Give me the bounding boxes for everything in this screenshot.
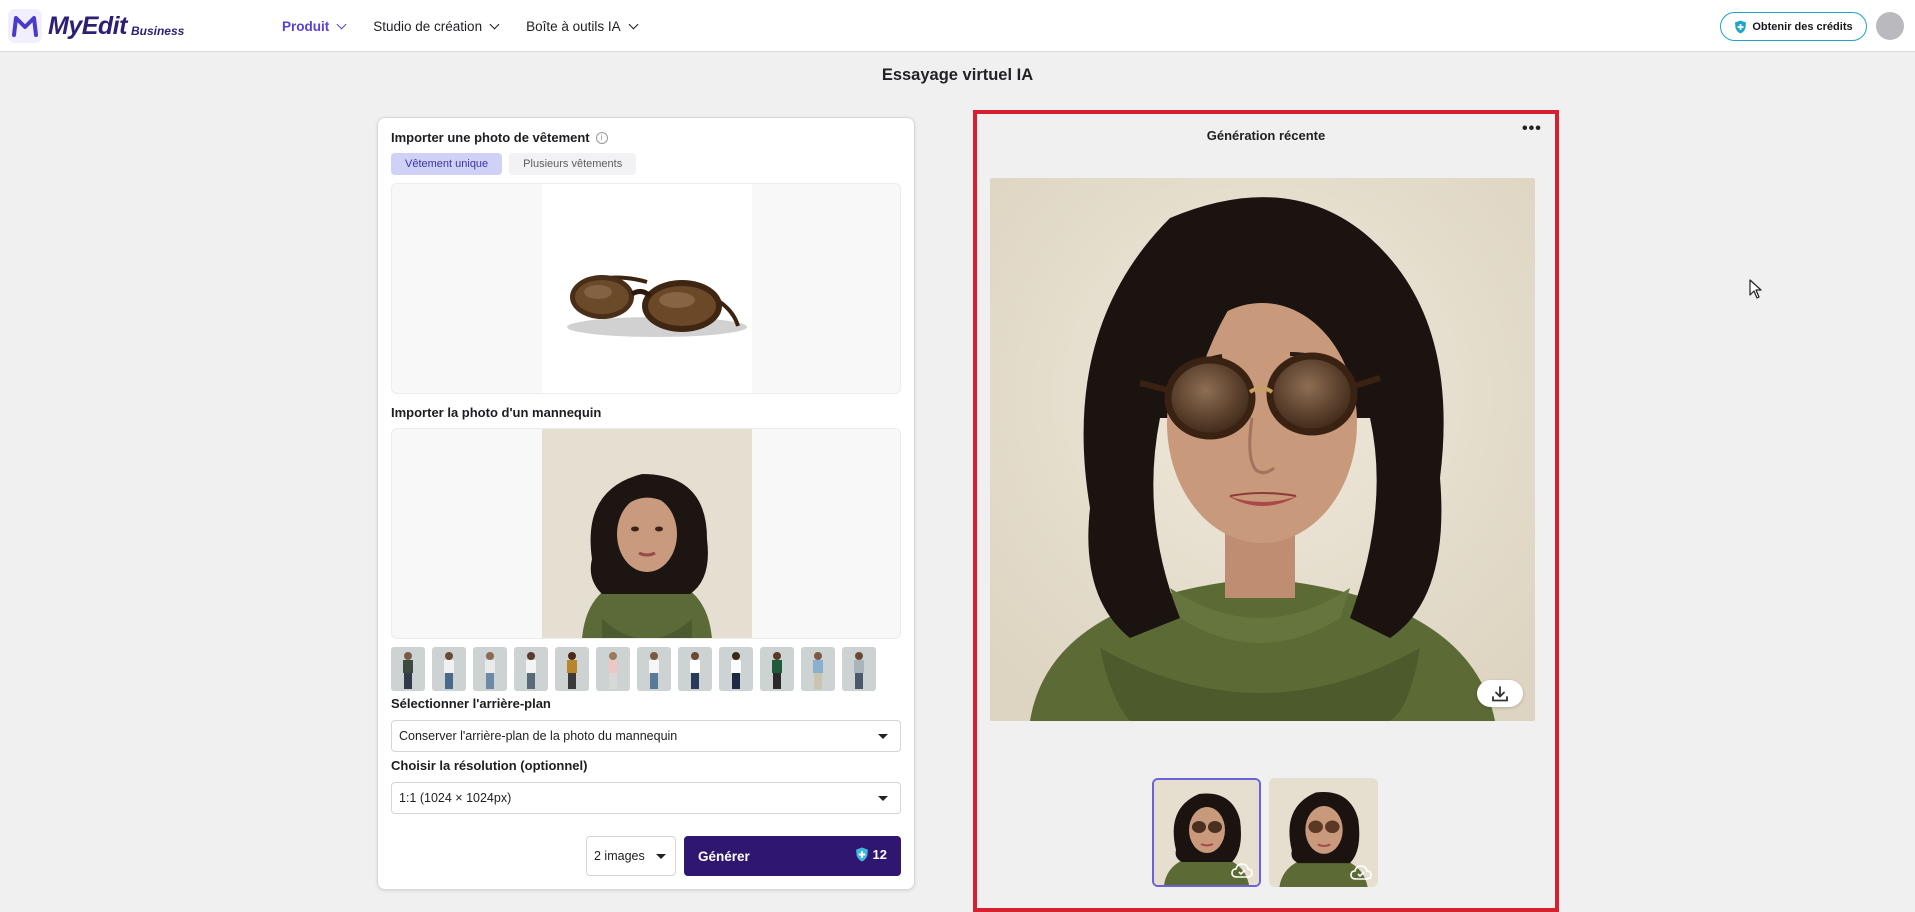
model-preset-thumbnail[interactable] bbox=[678, 647, 712, 691]
download-button[interactable] bbox=[1477, 680, 1523, 707]
resolution-select[interactable]: 1:1 (1024 × 1024px) bbox=[391, 782, 901, 814]
model-upload-heading: Importer la photo d'un mannequin bbox=[391, 405, 602, 420]
garment-mode-tabs: Vêtement unique Plusieurs vêtements bbox=[391, 153, 643, 175]
cursor-icon bbox=[1749, 279, 1762, 299]
chevron-down-icon bbox=[489, 19, 500, 29]
brand-logo[interactable]: MyEdit Business bbox=[8, 9, 184, 43]
image-count-value: 2 images bbox=[594, 849, 645, 863]
logo-text: MyEdit bbox=[48, 11, 127, 40]
page-title: Essayage virtuel IA bbox=[881, 66, 1034, 84]
chevron-down-icon bbox=[628, 19, 639, 29]
garment-upload-heading: Importer une photo de vêtement i bbox=[391, 130, 608, 145]
garment-image bbox=[542, 184, 752, 393]
caret-down-icon bbox=[878, 734, 888, 739]
background-select[interactable]: Conserver l'arrière-plan de la photo du … bbox=[391, 720, 901, 752]
avatar[interactable] bbox=[1876, 12, 1904, 40]
tab-multiple-garments[interactable]: Plusieurs vêtements bbox=[509, 153, 637, 175]
model-preset-thumbnail[interactable] bbox=[432, 647, 466, 691]
caret-down-icon bbox=[878, 796, 888, 801]
background-select-value: Conserver l'arrière-plan de la photo du … bbox=[399, 729, 678, 743]
cloud-icon bbox=[1350, 865, 1372, 880]
background-heading: Sélectionner l'arrière-plan bbox=[391, 696, 551, 711]
result-thumbnail-1[interactable] bbox=[1152, 778, 1261, 887]
resolution-heading: Choisir la résolution (optionnel) bbox=[391, 758, 588, 773]
model-preset-thumbnail[interactable] bbox=[596, 647, 630, 691]
tryon-settings-panel: Importer une photo de vêtement i Vêtemen… bbox=[377, 117, 915, 890]
nav-item-label: Produit bbox=[282, 18, 330, 34]
nav-item-ai-toolbox[interactable]: Boîte à outils IA bbox=[526, 18, 639, 34]
info-icon[interactable]: i bbox=[595, 131, 608, 144]
top-navigation-bar: MyEdit Business Produit Studio de créati… bbox=[0, 0, 1915, 52]
model-preset-thumbnail[interactable] bbox=[760, 647, 794, 691]
get-credits-label: Obtenir des crédits bbox=[1752, 20, 1853, 33]
model-preset-thumbnail[interactable] bbox=[842, 647, 876, 691]
cloud-icon bbox=[1231, 863, 1253, 878]
main-nav: Produit Studio de création Boîte à outil… bbox=[282, 0, 665, 52]
garment-upload-label: Importer une photo de vêtement bbox=[391, 130, 590, 145]
nav-item-label: Boîte à outils IA bbox=[526, 18, 621, 34]
logo-subtext: Business bbox=[130, 24, 185, 38]
logo-icon bbox=[8, 9, 42, 43]
result-thumbnail-2[interactable] bbox=[1269, 778, 1378, 887]
model-preset-thumbnail[interactable] bbox=[719, 647, 753, 691]
recent-generation-panel: Génération récente ••• bbox=[973, 110, 1559, 912]
get-credits-button[interactable]: Obtenir des crédits bbox=[1720, 12, 1867, 41]
model-upload-area[interactable] bbox=[391, 428, 901, 639]
model-preset-thumbnail[interactable] bbox=[514, 647, 548, 691]
generated-result-image bbox=[990, 178, 1535, 721]
caret-down-icon bbox=[656, 854, 666, 859]
nav-item-studio[interactable]: Studio de création bbox=[373, 18, 500, 34]
garment-upload-area[interactable] bbox=[391, 183, 901, 394]
model-preset-strip bbox=[391, 647, 883, 691]
resolution-select-value: 1:1 (1024 × 1024px) bbox=[399, 791, 512, 805]
model-preset-thumbnail[interactable] bbox=[801, 647, 835, 691]
model-image bbox=[542, 429, 752, 638]
generate-cost: 12 bbox=[855, 847, 887, 862]
recent-generation-title: Génération récente bbox=[1206, 128, 1326, 143]
more-icon[interactable]: ••• bbox=[1522, 120, 1542, 138]
tab-single-garment[interactable]: Vêtement unique bbox=[391, 153, 503, 175]
generate-button[interactable]: Générer 12 bbox=[684, 836, 901, 876]
model-preset-thumbnail[interactable] bbox=[391, 647, 425, 691]
model-preset-thumbnail[interactable] bbox=[555, 647, 589, 691]
model-preset-thumbnail[interactable] bbox=[637, 647, 671, 691]
image-count-select[interactable]: 2 images bbox=[586, 836, 676, 876]
nav-item-produit[interactable]: Produit bbox=[282, 18, 347, 34]
generate-label: Générer bbox=[698, 848, 750, 864]
nav-item-label: Studio de création bbox=[373, 18, 483, 34]
credit-shield-icon bbox=[1735, 20, 1747, 33]
generate-cost-value: 12 bbox=[872, 847, 887, 862]
model-preset-thumbnail[interactable] bbox=[473, 647, 507, 691]
download-icon bbox=[1492, 685, 1508, 701]
chevron-down-icon bbox=[336, 19, 347, 29]
credit-shield-icon bbox=[855, 847, 868, 862]
